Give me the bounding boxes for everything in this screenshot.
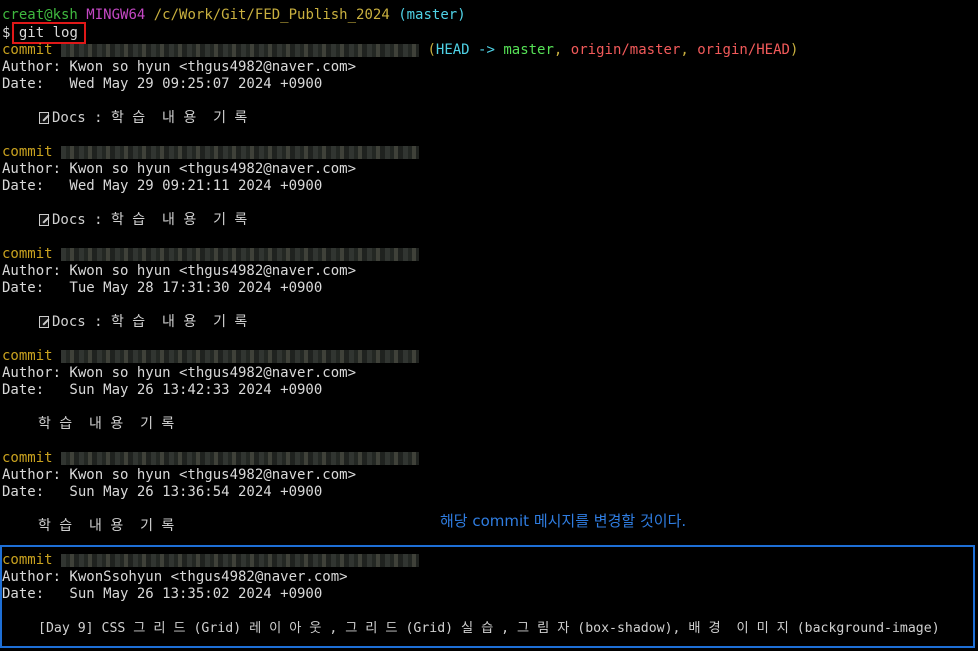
- command-highlight-box: [12, 22, 86, 44]
- commit-date: Date: Tue May 28 17:31:30 2024 +0900: [2, 280, 323, 296]
- ref-head: HEAD ->: [435, 42, 495, 58]
- commit-author: Author: Kwon so hyun <thgus4982@naver.co…: [2, 467, 357, 483]
- prompt-symbol: $: [2, 25, 11, 41]
- ref-master: master: [503, 42, 554, 58]
- prompt-user: creat@ksh: [2, 7, 78, 23]
- commit-date: Date: Sun May 26 13:36:54 2024 +0900: [2, 484, 323, 500]
- memo-icon: [38, 213, 49, 226]
- prompt-branch: (master): [398, 7, 466, 23]
- memo-icon: [38, 315, 49, 328]
- commit-author: Author: Kwon so hyun <thgus4982@naver.co…: [2, 161, 357, 177]
- commit-author: Author: Kwon so hyun <thgus4982@naver.co…: [2, 59, 357, 75]
- refs-close: ): [789, 42, 799, 58]
- commit-line: commit: [2, 144, 420, 161]
- commit-date: Date: Sun May 26 13:35:02 2024 +0900: [2, 586, 323, 602]
- commit-hash-redacted: [61, 247, 420, 261]
- prompt-shell: MINGW64: [86, 7, 146, 23]
- commit-line: commit: [2, 450, 420, 467]
- commit-message: [Day 9] CSS 그 리 드 (Grid) 레 이 아 웃 , 그 리 드…: [38, 621, 940, 636]
- commit-date: Date: Sun May 26 13:42:33 2024 +0900: [2, 382, 323, 398]
- commit-line: commit: [2, 348, 420, 365]
- commit-hash-redacted: [61, 43, 420, 57]
- commit-message: Docs : 학 습 내 용 기 록: [38, 314, 247, 331]
- commit-line: commit (HEAD -> master, origin/master, o…: [2, 42, 799, 58]
- commit-hash-redacted: [61, 553, 420, 567]
- commit-date: Date: Wed May 29 09:21:11 2024 +0900: [2, 178, 323, 194]
- refs-open: (: [427, 42, 436, 58]
- annotation-note: 해당 commit 메시지를 변경할 것이다.: [440, 512, 687, 530]
- commit-line: commit: [2, 552, 420, 569]
- commit-hash-redacted: [61, 145, 420, 159]
- commit-line: commit: [2, 246, 420, 263]
- commit-message: Docs : 학 습 내 용 기 록: [38, 212, 247, 229]
- commit-hash-redacted: [61, 349, 420, 363]
- commit-hash-redacted: [61, 451, 420, 465]
- commit-message: Docs : 학 습 내 용 기 록: [38, 110, 247, 127]
- prompt-path: /c/Work/Git/FED_Publish_2024: [153, 7, 390, 23]
- commit-author: Author: KwonSsohyun <thgus4982@naver.com…: [2, 569, 348, 585]
- commit-author: Author: Kwon so hyun <thgus4982@naver.co…: [2, 365, 357, 381]
- ref-origin-head: origin/HEAD: [697, 42, 790, 58]
- commit-message: 학 습 내 용 기 록: [38, 518, 175, 534]
- ref-origin-master: origin/master: [570, 42, 681, 58]
- commit-date: Date: Wed May 29 09:25:07 2024 +0900: [2, 76, 323, 92]
- memo-icon: [38, 111, 49, 124]
- commit-message: 학 습 내 용 기 록: [38, 416, 175, 432]
- commit-author: Author: Kwon so hyun <thgus4982@naver.co…: [2, 263, 357, 279]
